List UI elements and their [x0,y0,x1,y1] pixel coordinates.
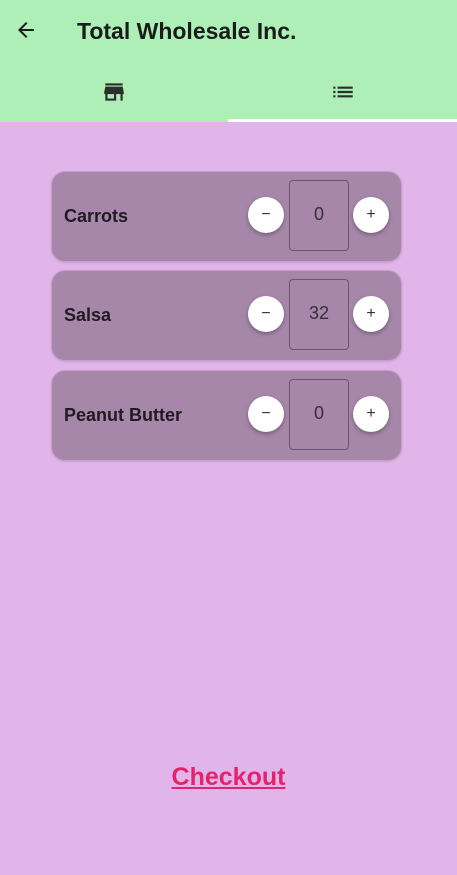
quantity-field[interactable]: 32 [289,279,349,350]
tab-list[interactable] [228,62,457,122]
increment-button[interactable]: + [353,396,389,432]
tab-indicator [228,119,457,122]
tab-store[interactable] [0,62,228,122]
page-title: Total Wholesale Inc. [77,18,297,44]
increment-button[interactable]: + [353,296,389,332]
checkout-button[interactable]: Checkout [0,763,457,792]
app-bar: Total Wholesale Inc. [0,0,457,122]
list-item: Salsa − 32 + [51,270,402,361]
list-icon [332,86,353,98]
item-name: Salsa [64,305,112,325]
arrow-back-icon [18,22,34,38]
list-item: Peanut Butter − 0 + [51,370,402,461]
increment-button[interactable]: + [353,197,389,233]
decrement-button[interactable]: − [248,197,284,233]
list-item: Carrots − 0 + [51,171,402,262]
store-icon [104,83,124,101]
back-button[interactable] [6,10,46,50]
quantity-field[interactable]: 0 [289,180,349,251]
decrement-button[interactable]: − [248,296,284,332]
item-name: Peanut Butter [64,405,183,425]
quantity-field[interactable]: 0 [289,379,349,450]
item-name: Carrots [64,206,129,226]
decrement-button[interactable]: − [248,396,284,432]
